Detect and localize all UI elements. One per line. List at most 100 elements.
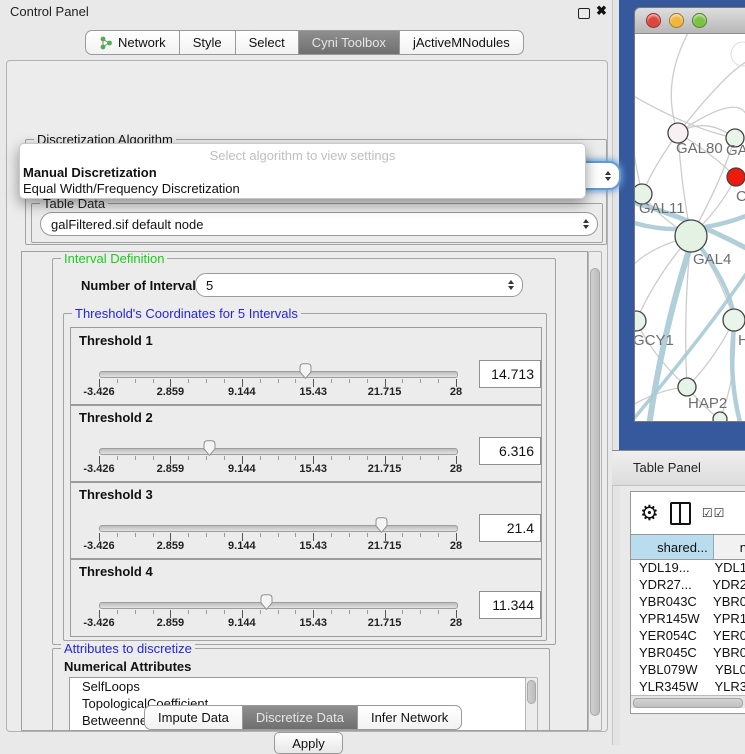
algorithm-dropdown-popup: Select algorithm to view settings Manual… — [19, 143, 586, 199]
table-horizontal-scrollbar[interactable] — [631, 695, 745, 708]
table-row[interactable]: YDR27...YDR2 — [631, 576, 745, 593]
thresholds-coordinates-title: Threshold's Coordinates for 5 Intervals — [72, 306, 301, 321]
table-row[interactable]: YDL19...YDL1 — [631, 559, 745, 576]
threshold-row-1: Threshold 1-3.4262.8599.14415.4321.71528… — [70, 327, 542, 406]
tick-label: 21.715 — [368, 463, 402, 475]
threshold-value-field[interactable]: 21.4 — [479, 514, 541, 542]
tab-impute-data[interactable]: Impute Data — [144, 705, 243, 730]
table-header-row: shared... n — [631, 534, 745, 560]
node-label: GAL80 — [676, 140, 723, 157]
number-of-intervals-value: 5 — [206, 278, 508, 293]
thresholds-coordinates-group: Threshold's Coordinates for 5 Intervals … — [63, 313, 547, 641]
mac-minimize-button[interactable] — [669, 13, 684, 28]
dropdown-option-equal-width-frequency[interactable]: Equal Width/Frequency Discretization — [23, 181, 240, 196]
tick-label: 28 — [450, 540, 462, 552]
attributes-list-scrollbar[interactable] — [525, 677, 538, 731]
tab-select[interactable]: Select — [235, 30, 299, 55]
tick-label: 2.859 — [157, 386, 185, 398]
gear-icon[interactable]: ⚙ — [640, 503, 659, 524]
table-row[interactable]: YBR043CYBR0 — [631, 593, 745, 610]
slider-handle[interactable] — [259, 593, 274, 611]
select-columns-icon[interactable]: ☑☑ — [702, 506, 726, 520]
table-row[interactable]: YPR145WYPR1 — [631, 610, 745, 627]
slider-track[interactable] — [99, 448, 458, 455]
threshold-label: Threshold 3 — [79, 487, 153, 502]
tab-jactivemnodules[interactable]: jActiveMNodules — [399, 30, 524, 55]
node-HAP2[interactable] — [678, 378, 696, 396]
close-icon[interactable]: ✖ — [596, 3, 607, 19]
number-of-intervals-spinner[interactable]: 5 — [195, 273, 523, 297]
table-panel: ⚙ ☑☑ shared... n YDL19...YDL1YDR27...YDR… — [630, 491, 745, 714]
table-panel-title: Table Panel — [633, 460, 701, 475]
tick-label: 21.715 — [368, 617, 402, 629]
threshold-value-field[interactable]: 14.713 — [479, 360, 541, 388]
settings-viewport: Interval Definition Number of Intervals … — [21, 251, 588, 731]
node-node-h[interactable] — [723, 309, 745, 331]
threshold-row-2: Threshold 2-3.4262.8599.14415.4321.71528… — [70, 404, 542, 483]
table-row[interactable]: YLR345WYLR3 — [631, 678, 745, 695]
float-window-icon[interactable] — [578, 8, 590, 19]
number-of-intervals-label: Number of Intervals — [81, 278, 203, 293]
table-data-combobox[interactable]: galFiltered.sif default node — [40, 212, 598, 236]
column-header-shared[interactable]: shared... — [631, 535, 714, 559]
tick-label: -3.426 — [83, 463, 114, 475]
table-data-value: galFiltered.sif default node — [51, 217, 583, 232]
column-header-name[interactable]: n — [714, 535, 745, 559]
apply-button[interactable]: Apply — [274, 732, 343, 754]
network-edge — [678, 62, 745, 133]
network-graph: GAL80GACGAL11GAL4GCY1HHAP2 — [635, 34, 745, 421]
tick-label: 9.144 — [228, 540, 256, 552]
slider-track[interactable] — [99, 525, 458, 532]
tab-network[interactable]: Network — [85, 30, 180, 55]
network-window-titlebar[interactable] — [635, 8, 745, 34]
threshold-value-field[interactable]: 11.344 — [479, 591, 541, 619]
combo-arrows-icon — [605, 171, 611, 181]
network-edge — [671, 34, 690, 133]
node-label: H — [738, 332, 745, 349]
tick-label: 15.43 — [299, 540, 327, 552]
slider-track[interactable] — [99, 602, 458, 609]
mac-close-button[interactable] — [646, 13, 661, 28]
node-node-red[interactable] — [727, 168, 745, 186]
slider-handle[interactable] — [374, 516, 389, 534]
table-row[interactable]: YBR045CYBR0 — [631, 644, 745, 661]
tab-discretize-data[interactable]: Discretize Data — [242, 705, 358, 730]
tick-label: -3.426 — [83, 540, 114, 552]
interval-definition-group: Interval Definition Number of Intervals … — [52, 258, 556, 645]
node-label: GA — [726, 142, 745, 159]
threshold-value-field[interactable]: 6.316 — [479, 437, 541, 465]
tick-label: 9.144 — [228, 463, 256, 475]
table-body: YDL19...YDL1YDR27...YDR2YBR043CYBR0YPR14… — [631, 559, 745, 712]
node-label: GCY1 — [635, 332, 674, 349]
tick-label: 2.859 — [157, 617, 185, 629]
network-canvas[interactable]: GAL80GACGAL11GAL4GCY1HHAP2 — [635, 34, 745, 421]
slider-handle[interactable] — [298, 362, 313, 380]
tick-label: 9.144 — [228, 617, 256, 629]
bottom-tab-bar: Impute DataDiscretize DataInfer Network — [144, 705, 462, 730]
slider-handle[interactable] — [202, 439, 217, 457]
tab-cyni-toolbox[interactable]: Cyni Toolbox — [298, 30, 400, 55]
table-row[interactable]: YBL079WYBL0 — [631, 661, 745, 678]
table-row[interactable]: YER054CYER0 — [631, 627, 745, 644]
network-edge — [687, 320, 734, 387]
node-node-bottom[interactable] — [713, 412, 727, 421]
split-columns-icon[interactable] — [670, 502, 691, 525]
node-label: C — [736, 188, 745, 205]
settings-scrollbar[interactable] — [588, 251, 602, 731]
tick-label: 21.715 — [368, 386, 402, 398]
node-GCY1[interactable] — [635, 311, 646, 331]
tab-style[interactable]: Style — [179, 30, 236, 55]
threshold-row-4: Threshold 4-3.4262.8599.14415.4321.71528… — [70, 558, 542, 637]
mac-zoom-button[interactable] — [692, 13, 707, 28]
network-edge — [731, 42, 745, 66]
node-label: GAL11 — [639, 200, 685, 217]
tick-label: 2.859 — [157, 540, 185, 552]
tab-infer-network[interactable]: Infer Network — [357, 705, 462, 730]
attributes-title: Attributes to discretize — [61, 641, 195, 656]
slider-track[interactable] — [99, 371, 458, 378]
tick-label: 9.144 — [228, 386, 256, 398]
node-GAL4[interactable] — [675, 220, 707, 252]
top-tab-bar: NetworkStyleSelectCyni ToolboxjActiveMNo… — [85, 30, 524, 55]
dropdown-option-manual-discretization[interactable]: Manual Discretization — [23, 165, 157, 180]
attribute-item[interactable]: SelfLoops — [70, 678, 526, 695]
